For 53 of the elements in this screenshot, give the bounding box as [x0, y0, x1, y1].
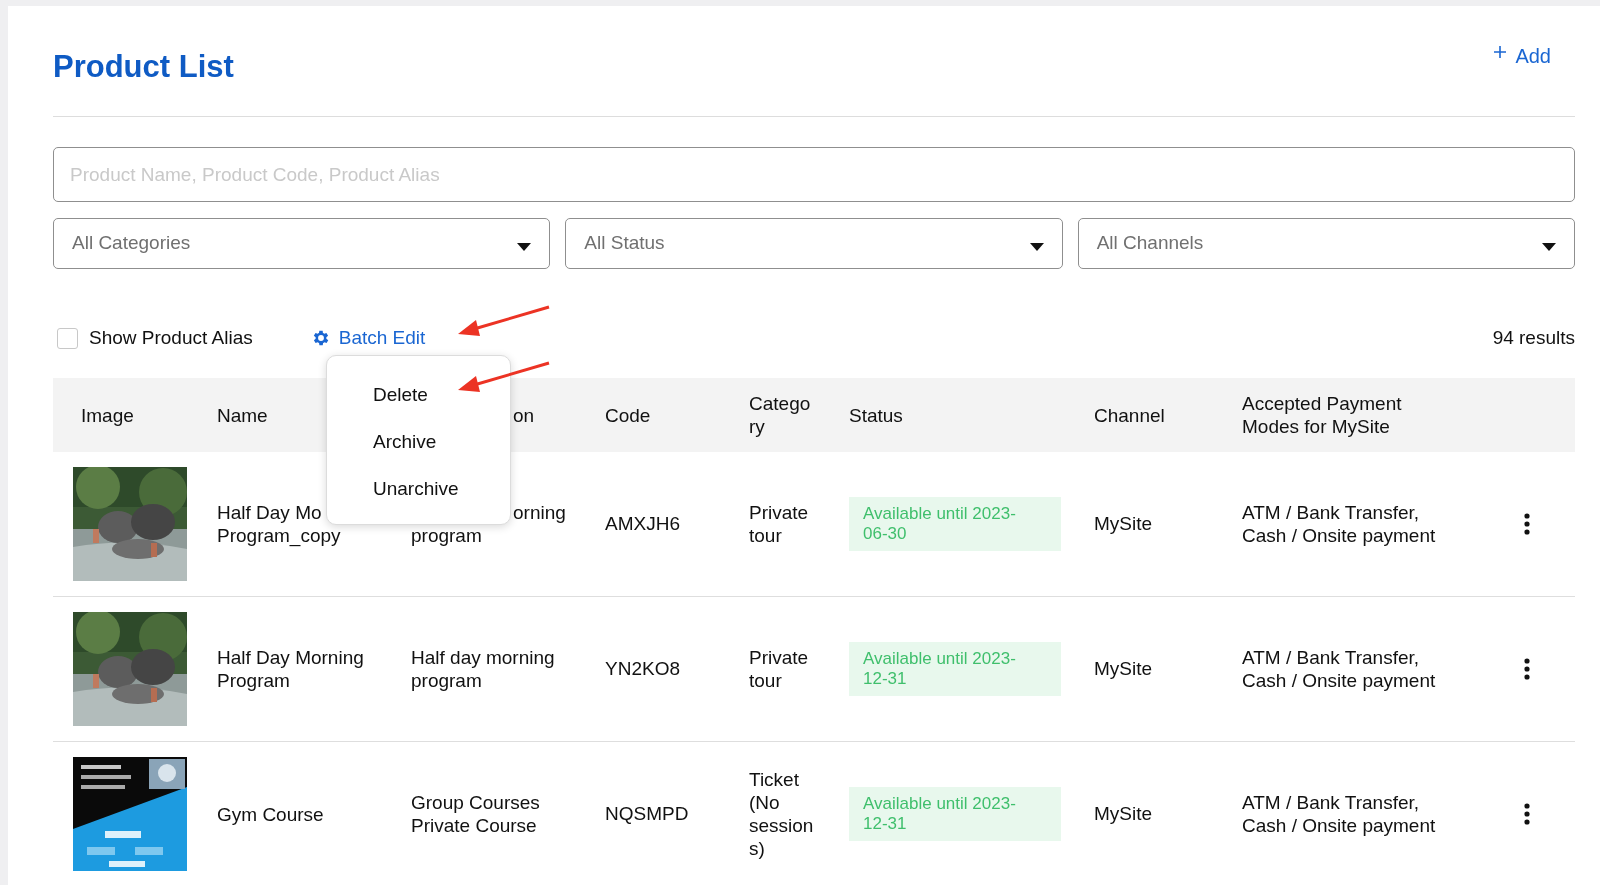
product-code: AMXJH6	[605, 511, 680, 536]
product-description: orning	[513, 501, 566, 524]
status-badge: Available until 2023-12-31	[849, 787, 1061, 841]
status-badge: Available until 2023-06-30	[849, 497, 1061, 551]
product-name: Gym Course	[217, 802, 324, 826]
column-header: on	[513, 403, 535, 427]
results-count: 94 results	[1492, 325, 1575, 350]
filter-dropdown[interactable]: All Status	[565, 218, 1063, 269]
caret-icon	[1542, 242, 1556, 251]
product-description: Private Course	[411, 814, 537, 837]
caret-icon	[517, 242, 532, 251]
checkbox-label: Show Product Alias	[89, 325, 253, 350]
product-description: Group Courses	[411, 791, 540, 814]
more-icon	[1524, 803, 1530, 825]
column-header: Category	[749, 392, 812, 438]
menu-item[interactable]: Delete	[327, 372, 510, 419]
product-name: Half Day Mo	[217, 501, 322, 524]
add-button[interactable]: Add	[1493, 41, 1551, 71]
product-name: Program_copy	[217, 524, 341, 547]
payment-modes: ATM / Bank Transfer, Cash / Onsite payment	[1242, 791, 1437, 837]
column-header: Channel	[1094, 403, 1165, 427]
status-badge: Available until 2023-12-31	[849, 642, 1061, 696]
product-code: YN2KO8	[605, 656, 680, 681]
product-category: Private tour	[749, 501, 810, 547]
product-description: Half day morning	[411, 646, 555, 669]
column-header: Image	[81, 403, 134, 427]
column-header: Accepted Payment Modes for MySite	[1242, 392, 1403, 438]
page-title: Product List	[53, 47, 234, 86]
filter-dropdown[interactable]: All Categories	[53, 218, 551, 269]
menu-item[interactable]: Unarchive	[327, 466, 510, 513]
filter-dropdown[interactable]: All Channels	[1077, 218, 1575, 269]
menu-item[interactable]: Archive	[327, 419, 510, 466]
product-name: Half Day Morning	[217, 646, 364, 669]
payment-modes: ATM / Bank Transfer, Cash / Onsite payment	[1242, 501, 1437, 547]
caret-icon	[1029, 242, 1044, 251]
checkbox[interactable]	[57, 327, 78, 349]
batch-edit-button[interactable]: Batch Edit	[310, 323, 426, 353]
plus-icon	[1493, 45, 1508, 59]
column-header: Code	[605, 403, 651, 427]
product-channel: MySite	[1094, 511, 1153, 536]
product-channel: MySite	[1094, 656, 1153, 681]
product-name: Program	[217, 669, 290, 692]
product-category: Ticket (No sessions)	[749, 768, 815, 860]
more-icon	[1524, 658, 1530, 680]
column-header: Name	[217, 403, 268, 427]
more-icon	[1524, 513, 1530, 535]
product-description: program	[411, 669, 482, 692]
product-description: program	[411, 524, 482, 547]
column-header: Status	[849, 403, 903, 427]
product-channel: MySite	[1094, 801, 1153, 826]
payment-modes: ATM / Bank Transfer, Cash / Onsite payment	[1242, 646, 1437, 692]
product-category: Private tour	[749, 646, 810, 692]
product-code: NQSMPD	[605, 801, 689, 826]
